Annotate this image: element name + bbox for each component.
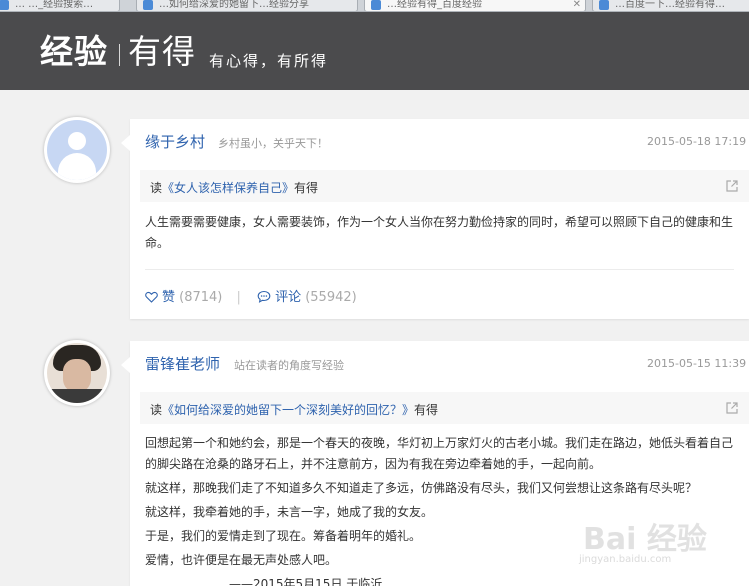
comment-label: 评论 [275, 290, 302, 305]
quote-prefix: 读 [150, 403, 163, 417]
post-timestamp: 2015-05-18 17:19 [647, 135, 747, 148]
page-favicon-icon [0, 0, 9, 10]
quoted-article-box: 读《女人该怎样保养自己》有得 [140, 170, 749, 202]
user-photo-image [47, 343, 107, 403]
post-paragraph: 回想起第一个和她约会，那是一个春天的夜晚，华灯初上万家灯火的古老小城。我们走在路… [145, 436, 734, 471]
like-count: (8714) [179, 290, 223, 305]
brand-divider [119, 44, 120, 66]
browser-tab-label: …经验有得_百度经验 [387, 0, 482, 10]
post-author-link[interactable]: 雷锋崔老师 [145, 353, 220, 374]
browser-tab-label: …百度一下…经验有得… [615, 0, 725, 10]
comment-button[interactable]: 评论 (55942) [257, 290, 357, 305]
quoted-article-link[interactable]: 《女人该怎样保养自己》 [162, 181, 294, 195]
user-avatar[interactable] [44, 340, 110, 406]
brand-slogan: 有心得，有所得 [209, 52, 329, 70]
browser-tab-label: …如何给深爱的她留下…经验分享 [159, 0, 309, 10]
browser-tab[interactable]: … …_经验搜索… [0, 0, 120, 11]
page-favicon-icon [599, 0, 609, 10]
brand-section-title: 有得 [128, 32, 196, 71]
comment-count: (55942) [305, 290, 357, 305]
quoted-article-line: 读《女人该怎样保养自己》有得 [150, 179, 318, 196]
post-paragraph: 人生需要需要健康，女人需要装饰，作为一个女人当你在努力勤俭持家的同时，希望可以照… [145, 215, 734, 250]
default-user-icon [47, 120, 107, 180]
action-separator: | [236, 290, 241, 305]
quote-prefix: 读 [150, 181, 163, 195]
browser-tab[interactable]: …如何给深爱的她留下…经验分享 [136, 0, 358, 11]
browser-tab-active[interactable]: …经验有得_百度经验 ✕ [364, 0, 586, 11]
post-author-link[interactable]: 缘于乡村 [145, 131, 205, 152]
quote-suffix: 有得 [294, 181, 319, 195]
card-divider [145, 269, 734, 270]
page-favicon-icon [371, 0, 381, 10]
close-tab-icon[interactable]: ✕ [573, 0, 581, 10]
quote-suffix: 有得 [414, 403, 439, 417]
browser-tab[interactable]: …百度一下…经验有得… [592, 0, 749, 11]
post-author-motto: 站在读者的角度写经验 [234, 359, 344, 372]
like-button[interactable]: 赞 (8714) [145, 290, 227, 305]
brand-logo-link[interactable]: 经验 [40, 32, 108, 72]
post-timestamp: 2015-05-15 11:39 [647, 357, 747, 370]
post-card: 缘于乡村 乡村虽小，关乎天下！ 2015-05-18 17:19 读《女人该怎样… [121, 119, 749, 319]
watermark-url: jingyan.baidu.com [579, 554, 672, 565]
comment-bubble-icon [257, 290, 271, 303]
baidu-jingyan-watermark: Bai 经验 jingyan.baidu.com [575, 500, 749, 586]
quoted-article-line: 读《如何给深爱的她留下一个深刻美好的回忆？》有得 [150, 401, 438, 418]
post-body: 人生需要需要健康，女人需要装饰，作为一个女人当你在努力勤俭持家的同时，希望可以照… [145, 212, 741, 254]
user-avatar[interactable] [44, 117, 110, 183]
page-favicon-icon [143, 0, 153, 10]
post-actions: 赞 (8714) | 评论 (55942) [145, 286, 357, 305]
external-link-icon[interactable] [726, 402, 738, 414]
watermark-logo: Bai 经验 [583, 522, 707, 557]
quoted-article-box: 读《如何给深爱的她留下一个深刻美好的回忆？》有得 [140, 392, 749, 424]
browser-tab-label: … …_经验搜索… [15, 0, 94, 10]
quoted-article-link[interactable]: 《如何给深爱的她留下一个深刻美好的回忆？》 [162, 403, 414, 417]
heart-icon [145, 291, 158, 303]
external-link-icon[interactable] [726, 180, 738, 192]
browser-tab-strip: … …_经验搜索… …如何给深爱的她留下…经验分享 …经验有得_百度经验 ✕ …… [0, 0, 749, 12]
like-label: 赞 [162, 290, 176, 305]
site-header: 经验 有得 有心得，有所得 [0, 12, 749, 90]
post-author-motto: 乡村虽小，关乎天下！ [218, 137, 328, 150]
post-paragraph: 就这样，那晚我们走了不知道多久不知道走了多远，仿佛路没有尽头，我们又何尝想让这条… [145, 481, 698, 495]
